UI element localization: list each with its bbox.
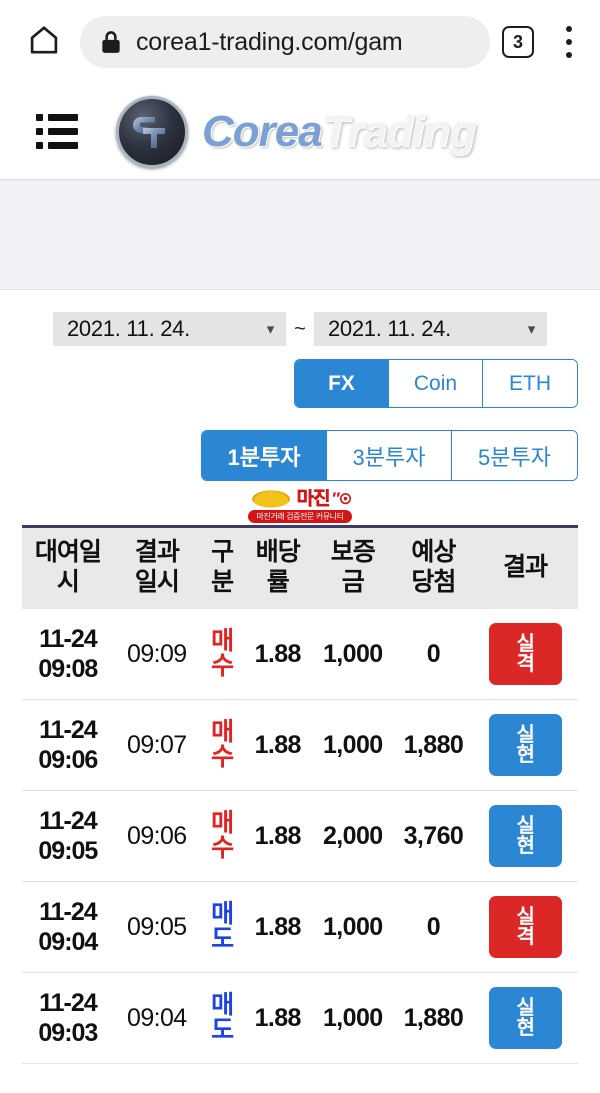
table-body: 11-24 09:08 09:09 매 수 1.88 1,000 0 실 격 11-24 09:06 0… — [22, 609, 578, 1064]
ad-glyph-icon: ″⊙ — [332, 489, 352, 508]
tab-coin[interactable]: Coin — [389, 360, 483, 407]
th-result-datetime: 결과 일시 — [134, 538, 180, 596]
cell-rate: 1.88 — [244, 881, 312, 973]
browser-toolbar: corea1-trading.com/gam 3 — [0, 0, 600, 84]
cell-status: 실격 — [472, 881, 578, 973]
brand-first: Corea — [202, 106, 323, 156]
filter-panel: 2021. 11. 24. ▾ ~ 2021. 11. 24. ▾ FX Coi… — [0, 290, 600, 481]
home-button[interactable] — [18, 16, 70, 68]
cell-expected: 3,760 — [394, 790, 473, 882]
ad-title: 마진 — [296, 489, 330, 509]
brand-second: Trading — [321, 106, 477, 156]
chevron-down-icon: ▾ — [527, 320, 536, 338]
cell-status: 실현 — [472, 699, 578, 791]
content-spacer-band — [0, 180, 600, 290]
interval-tabs: 1분투자 3분투자 5분투자 — [201, 430, 578, 481]
cell-lend-datetime: 11-24 09:04 — [22, 881, 114, 973]
date-from-value: 2021. 11. 24. — [67, 316, 190, 341]
status-badge[interactable]: 실격 — [488, 623, 562, 685]
cell-result-time: 09:09 — [113, 609, 200, 700]
market-tabs: FX Coin ETH — [294, 359, 578, 408]
cell-expected: 0 — [394, 881, 473, 973]
cell-status: 실현 — [472, 972, 578, 1064]
tab-counter-button[interactable]: 3 — [502, 26, 534, 58]
market-tab-row: FX Coin ETH — [0, 359, 600, 408]
table-header-row: 대여일 시 결과 일시 구 분 배당 률 보증 금 예상 당첨 결과 — [22, 526, 578, 609]
tab-eth[interactable]: ETH — [483, 360, 577, 407]
cell-deposit: 1,000 — [311, 972, 395, 1064]
cell-result-time: 09:05 — [113, 881, 200, 973]
status-badge[interactable]: 실현 — [488, 805, 562, 867]
th-lend-datetime: 대여일 시 — [34, 538, 102, 596]
cell-result-time: 09:04 — [113, 972, 200, 1064]
cell-rate: 1.88 — [244, 699, 312, 791]
cell-expected: 1,880 — [394, 972, 473, 1064]
cell-result-time: 09:06 — [113, 790, 200, 882]
lock-icon — [100, 29, 122, 55]
cell-expected: 1,880 — [394, 699, 473, 791]
ad-banner-wrap: 마진 ″⊙ 마진거래 검증전문 커뮤니티 — [0, 489, 600, 523]
date-from-select[interactable]: 2021. 11. 24. ▾ — [53, 312, 286, 346]
tab-fx[interactable]: FX — [295, 360, 389, 407]
chevron-down-icon: ▾ — [266, 320, 275, 338]
tab-1min[interactable]: 1분투자 — [202, 431, 327, 480]
th-expected: 예상 당첨 — [411, 538, 456, 596]
cell-deposit: 1,000 — [311, 881, 395, 973]
status-badge[interactable]: 실현 — [488, 714, 562, 776]
date-to-select[interactable]: 2021. 11. 24. ▾ — [314, 312, 547, 346]
cell-deposit: 2,000 — [311, 790, 395, 882]
status-badge[interactable]: 실현 — [488, 987, 562, 1049]
cell-trade-type: 매수 — [199, 609, 245, 700]
site-header: CoreaTrading — [0, 84, 600, 180]
cell-rate: 1.88 — [244, 972, 312, 1064]
date-to-value: 2021. 11. 24. — [328, 316, 451, 341]
th-result: 결과 — [503, 552, 548, 581]
cell-status: 실격 — [472, 609, 578, 700]
th-type: 구 분 — [211, 538, 234, 596]
ad-banner[interactable]: 마진 ″⊙ 마진거래 검증전문 커뮤니티 — [215, 489, 385, 523]
table-row[interactable]: 11-24 09:06 09:07 매 수 1.88 1,000 1,880 실 현 — [22, 699, 578, 791]
cell-lend-datetime: 11-24 09:05 — [22, 790, 114, 882]
cell-lend-datetime: 11-24 09:03 — [22, 972, 114, 1064]
interval-tab-row: 1분투자 3분투자 5분투자 — [0, 430, 600, 481]
cell-expected: 0 — [394, 609, 473, 700]
date-range-row: 2021. 11. 24. ▾ ~ 2021. 11. 24. ▾ — [0, 312, 600, 346]
cell-rate: 1.88 — [244, 609, 312, 700]
cell-deposit: 1,000 — [311, 609, 395, 700]
cell-trade-type: 매수 — [199, 699, 245, 791]
cell-result-time: 09:07 — [113, 699, 200, 791]
ad-subtitle: 마진거래 검증전문 커뮤니티 — [248, 510, 352, 523]
table-header: 대여일 시 결과 일시 구 분 배당 률 보증 금 예상 당첨 결과 — [22, 526, 578, 609]
cell-deposit: 1,000 — [311, 699, 395, 791]
address-bar[interactable]: corea1-trading.com/gam — [80, 16, 490, 68]
date-range-separator: ~ — [294, 317, 306, 340]
eagle-emblem-icon — [249, 489, 294, 509]
trade-history-table: 대여일 시 결과 일시 구 분 배당 률 보증 금 예상 당첨 결과 11-24… — [22, 525, 578, 1064]
tab-count-label: 3 — [512, 31, 523, 52]
ct-logo-icon[interactable] — [116, 95, 188, 168]
table-row[interactable]: 11-24 09:08 09:09 매 수 1.88 1,000 0 실 격 — [22, 609, 578, 700]
tab-5min[interactable]: 5분투자 — [452, 431, 577, 480]
table-row[interactable]: 11-24 09:04 09:05 매 도 1.88 1,000 0 실 격 — [22, 881, 578, 973]
table-row[interactable]: 11-24 09:05 09:06 매 수 1.88 2,000 3,760 실 현 — [22, 790, 578, 882]
table-row[interactable]: 11-24 09:03 09:04 매 도 1.88 1,000 1,880 실 현 — [22, 972, 578, 1064]
cell-status: 실현 — [472, 790, 578, 882]
th-rate: 배당 률 — [255, 538, 301, 596]
url-text: corea1-trading.com/gam — [136, 27, 403, 56]
kebab-menu-icon[interactable] — [556, 24, 582, 60]
home-icon — [27, 23, 61, 62]
cell-lend-datetime: 11-24 09:08 — [22, 609, 114, 700]
status-badge[interactable]: 실격 — [488, 896, 562, 958]
cell-trade-type: 매도 — [199, 972, 245, 1064]
th-deposit: 보증 금 — [330, 538, 376, 596]
brand-wordmark: CoreaTrading — [202, 106, 477, 157]
cell-rate: 1.88 — [244, 790, 312, 882]
cell-trade-type: 매도 — [199, 881, 245, 973]
cell-trade-type: 매수 — [199, 790, 245, 882]
tab-3min[interactable]: 3분투자 — [327, 431, 452, 480]
trade-history-table-wrap: 대여일 시 결과 일시 구 분 배당 률 보증 금 예상 당첨 결과 11-24… — [0, 525, 600, 1064]
hamburger-menu-icon[interactable] — [36, 114, 80, 149]
cell-lend-datetime: 11-24 09:06 — [22, 699, 114, 791]
